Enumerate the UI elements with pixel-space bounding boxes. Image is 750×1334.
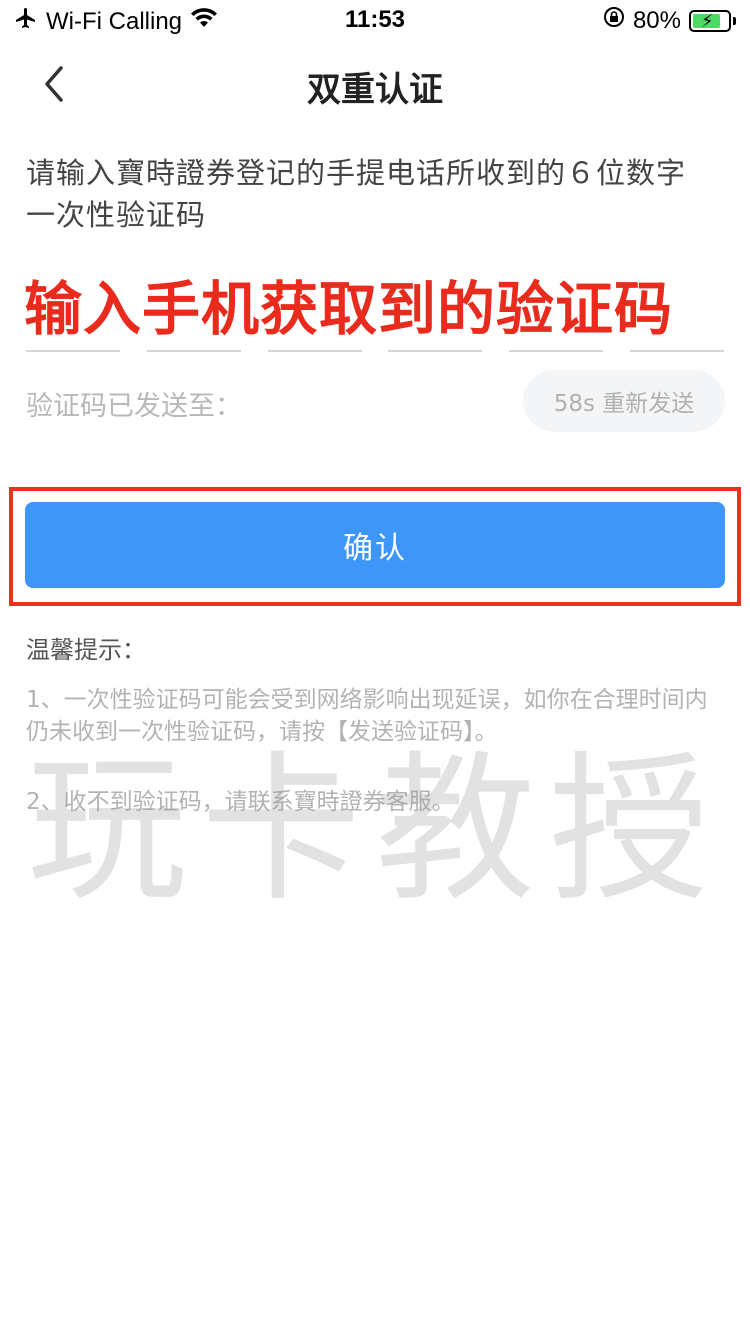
instruction-text: 请输入寶時證券登记的手提电话所收到的６位数字 一次性验证码 (26, 152, 726, 236)
annotation-text: 输入手机获取到的验证码 (24, 275, 674, 343)
page-title: 双重认证 (307, 70, 443, 110)
resend-button[interactable]: 58s 重新发送 (523, 370, 725, 432)
status-bar: Wi-Fi Calling 11:53 80% ⚡ (0, 0, 750, 40)
tip-item-1: 1、一次性验证码可能会受到网络影响出现延误，如你在合理时间内仍未收到一次性验证码… (26, 687, 708, 745)
otp-digit-4[interactable] (388, 350, 483, 352)
tip-item-2: 2、收不到验证码，请联系寶時證券客服。 (26, 789, 455, 815)
instruction-line-1: 请输入寶時證券登记的手提电话所收到的６位数字 (26, 156, 687, 190)
tips-title: 温馨提示： (26, 636, 146, 664)
otp-digit-5[interactable] (509, 350, 604, 352)
sent-to-label: 验证码已发送至： (26, 391, 242, 422)
battery-percent: 80% (632, 6, 681, 34)
nav-bar: 双重认证 (0, 40, 750, 128)
battery-cap (733, 16, 736, 25)
otp-input[interactable] (26, 350, 724, 352)
otp-digit-2[interactable] (146, 350, 241, 352)
otp-digit-3[interactable] (267, 350, 362, 352)
orientation-lock-icon (603, 6, 625, 35)
otp-digit-6[interactable] (629, 350, 724, 352)
confirm-button[interactable]: 确认 (25, 502, 725, 588)
instruction-line-2: 一次性验证码 (26, 198, 207, 232)
otp-digit-1[interactable] (26, 350, 120, 352)
status-right: 80% ⚡ (603, 6, 736, 35)
battery-charging-icon: ⚡ (689, 9, 731, 32)
